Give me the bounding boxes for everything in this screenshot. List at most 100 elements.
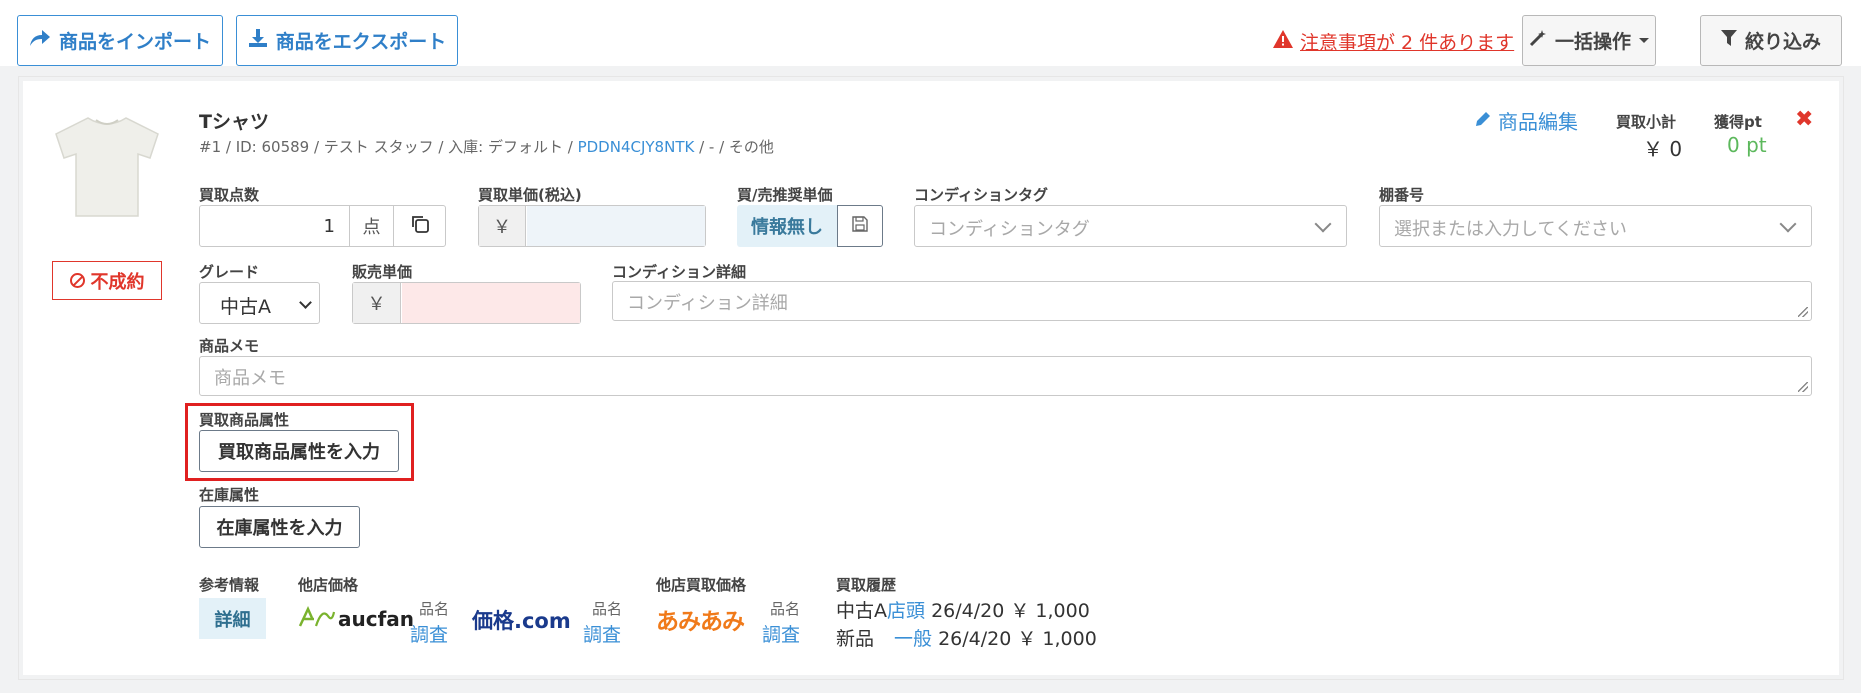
edit-item-label: 商品編集: [1498, 110, 1578, 134]
history-row: 新品 一般 26/4/20 ￥ 1,000: [836, 624, 1097, 651]
recommend-value: 情報無し: [737, 205, 837, 247]
aucfan-logo[interactable]: aucfan: [298, 605, 415, 632]
save-button[interactable]: [837, 205, 883, 247]
import-button[interactable]: 商品をインポート: [17, 15, 223, 66]
close-icon[interactable]: ✖: [1795, 107, 1813, 132]
other-price-label: 他店価格: [298, 576, 359, 594]
detail-button[interactable]: 詳細: [199, 598, 266, 639]
points-value: 0 pt: [1727, 133, 1767, 157]
condition-tag-label: コンディションタグ: [914, 186, 1048, 204]
condition-detail-label: コンディション詳細: [612, 263, 746, 281]
condition-tag-select[interactable]: コンディションタグ: [914, 205, 1347, 247]
subtotal-value: ￥ 0: [1643, 137, 1683, 161]
unit-price-input[interactable]: [527, 206, 705, 246]
history-date: 26/4/20: [931, 600, 1005, 622]
aucfan-hinmei: 品名: [419, 600, 450, 618]
unit-price-group: ￥: [478, 205, 706, 247]
ban-icon: [69, 273, 85, 288]
qty-input[interactable]: 1: [200, 206, 349, 246]
shelf-label: 棚番号: [1379, 186, 1425, 204]
qty-unit: 点: [349, 206, 393, 246]
history-row: 中古A店頭 26/4/20 ￥ 1,000: [836, 596, 1090, 623]
history-date: 26/4/20: [938, 628, 1012, 650]
chevron-down-icon: [299, 296, 312, 309]
aucfan-text: aucfan: [338, 607, 415, 631]
condition-detail-textarea[interactable]: コンディション詳細: [612, 281, 1812, 321]
reject-button[interactable]: 不成約: [52, 261, 162, 300]
condition-detail-placeholder: コンディション詳細: [627, 293, 788, 314]
history-grade: 新品: [836, 628, 875, 650]
sale-price-group: ￥: [352, 282, 581, 324]
qty-label: 買取点数: [199, 186, 260, 204]
stock-attr-label: 在庫属性: [199, 486, 260, 504]
download-icon: [248, 28, 268, 53]
recommend-label: 買/売推奨単価: [737, 186, 833, 204]
export-label: 商品をエクスポート: [275, 31, 447, 53]
warning-icon: [1272, 29, 1294, 54]
buy-attr-button[interactable]: 買取商品属性を入力: [199, 430, 399, 472]
buy-attr-label: 買取商品属性: [199, 411, 290, 429]
import-label: 商品をインポート: [58, 31, 211, 53]
memo-label: 商品メモ: [199, 337, 260, 355]
resize-handle[interactable]: [1798, 382, 1808, 392]
caret-down-icon: [1639, 38, 1649, 43]
notice-label: 注意事項が 2 件あります: [1300, 31, 1515, 54]
history-label: 買取履歴: [836, 576, 897, 594]
bulk-action-button[interactable]: 一括操作: [1522, 15, 1656, 66]
magic-wand-icon: [1529, 29, 1547, 52]
share-icon: [29, 29, 51, 52]
other-buy-label: 他店買取価格: [656, 576, 747, 594]
reject-label: 不成約: [90, 271, 145, 293]
history-grade: 中古A: [836, 600, 887, 622]
save-icon: [852, 216, 868, 236]
resize-handle[interactable]: [1798, 307, 1808, 317]
points-label: 獲得pt: [1714, 113, 1762, 131]
kakaku-logo[interactable]: 価格.com: [472, 605, 571, 635]
history-price: ￥ 1,000: [1010, 600, 1090, 622]
notice-link[interactable]: 注意事項が 2 件あります: [1272, 26, 1514, 56]
memo-placeholder: 商品メモ: [214, 368, 286, 389]
condition-tag-placeholder: コンディションタグ: [929, 219, 1090, 240]
amiami-search-link[interactable]: 調査: [762, 620, 800, 647]
filter-button[interactable]: 絞り込み: [1700, 15, 1842, 66]
amiami-hinmei: 品名: [770, 600, 801, 618]
history-price: ￥ 1,000: [1017, 628, 1097, 650]
memo-textarea[interactable]: 商品メモ: [199, 356, 1812, 396]
history-type: 店頭: [887, 600, 926, 622]
item-name: Tシャツ: [199, 111, 269, 133]
ref-label: 参考情報: [199, 576, 260, 594]
bulk-action-label: 一括操作: [1554, 31, 1631, 53]
unit-price-label: 買取単価(税込): [478, 186, 582, 204]
edit-item-link[interactable]: 商品編集: [1474, 106, 1578, 135]
stock-attr-button[interactable]: 在庫属性を入力: [199, 506, 360, 548]
qty-group: 1 点: [199, 205, 446, 247]
product-image: [50, 110, 165, 225]
item-meta-prefix: #1 / ID: 60589 / テスト スタッフ / 入庫: デフォルト /: [199, 138, 578, 156]
copy-button[interactable]: [393, 206, 446, 246]
filter-icon: [1720, 29, 1737, 52]
chevron-down-icon: [1779, 215, 1797, 233]
subtotal-label: 買取小計: [1616, 113, 1677, 131]
copy-icon: [410, 214, 430, 238]
item-meta-suffix: / - / その他: [694, 138, 774, 156]
kakaku-search-link[interactable]: 調査: [583, 620, 621, 647]
chevron-down-icon: [1314, 215, 1332, 233]
export-button[interactable]: 商品をエクスポート: [236, 15, 458, 66]
aucfan-mark-icon: [298, 605, 336, 632]
aucfan-search-link[interactable]: 調査: [410, 620, 448, 647]
kakaku-hinmei: 品名: [592, 600, 623, 618]
grade-value: 中古A: [220, 296, 271, 318]
amiami-logo[interactable]: あみあみ: [656, 602, 745, 636]
sale-price-yen: ￥: [353, 283, 401, 323]
history-type: 一般: [894, 628, 933, 650]
sale-price-label: 販売単価: [352, 263, 413, 281]
filter-label: 絞り込み: [1744, 31, 1821, 53]
sale-price-input[interactable]: [402, 283, 580, 323]
grade-select[interactable]: 中古A: [199, 282, 320, 324]
pencil-icon: [1474, 109, 1492, 133]
item-code-link[interactable]: PDDN4CJY8NTK: [578, 138, 695, 156]
shelf-placeholder: 選択または入力してください: [1394, 219, 1627, 240]
shelf-select[interactable]: 選択または入力してください: [1379, 205, 1812, 247]
unit-price-yen: ￥: [479, 206, 526, 246]
grade-label: グレード: [199, 263, 260, 281]
